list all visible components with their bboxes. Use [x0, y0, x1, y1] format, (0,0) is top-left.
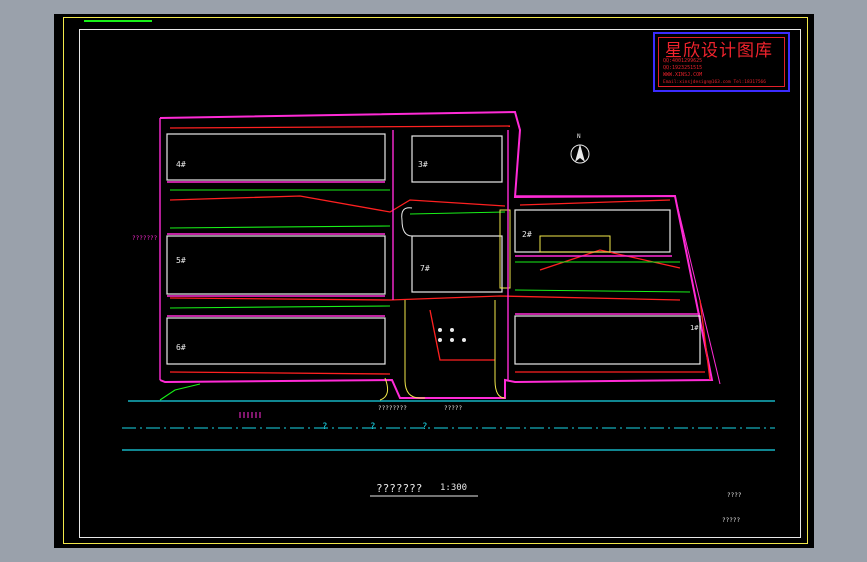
left-note: ???????	[132, 235, 158, 242]
building-number-4: 4#	[176, 160, 186, 169]
pipe-east-edge	[699, 299, 711, 381]
building-3-outline	[411, 135, 503, 183]
building-number-2: 2#	[522, 230, 532, 239]
site-boundary	[159, 110, 714, 399]
green-line-3	[169, 305, 391, 309]
watermark-stamp: 星欣设计图库 QQ:4001299625 QQ:1923251515 WWW.X…	[653, 32, 790, 92]
stamp-line-1: QQ:4001299625	[663, 58, 703, 64]
green-pipelines	[159, 189, 691, 401]
curb-corner	[379, 377, 389, 401]
building-number-5: 5#	[176, 256, 186, 265]
pipe-mid-north	[169, 195, 506, 213]
pipe-court	[429, 309, 495, 361]
driveway-curve	[401, 219, 413, 237]
plan-scale: 1:300	[440, 483, 468, 493]
building-5-outline	[166, 235, 386, 295]
fixture-5	[450, 328, 454, 332]
stamp-line-2: QQ:1923251515	[663, 65, 703, 71]
plan-title: ???????	[376, 482, 423, 495]
bottom-right-note-1: ????	[727, 492, 742, 499]
curb-west	[404, 300, 425, 399]
north-arrow-icon	[570, 144, 590, 164]
green-line-4	[409, 211, 506, 215]
road-label-1: ????????	[378, 405, 407, 412]
building-number-7: 7#	[420, 264, 430, 273]
stamp-line-4: Email:xinsjdesign@163.com Tel:18317566	[663, 80, 766, 85]
boundary-diagonal	[674, 195, 721, 385]
wall-stubs	[159, 118, 700, 380]
fixture-1	[438, 338, 442, 342]
pipe-east	[519, 199, 671, 206]
building-number-1: 1#	[690, 324, 699, 332]
north-label: N	[577, 133, 581, 140]
building-number-6: 6#	[176, 343, 186, 352]
fixture-4	[438, 328, 442, 332]
building-1-outline	[514, 315, 701, 365]
centerline-mark-1: ?	[322, 422, 328, 432]
bottom-right-note-2: ?????	[722, 517, 741, 524]
pipe-south-west	[169, 371, 391, 375]
fixture-2	[450, 338, 454, 342]
building-2-outline	[514, 209, 671, 253]
fixture-3	[462, 338, 466, 342]
building-4-outline	[166, 133, 386, 181]
green-line-2	[169, 225, 391, 229]
road-label-2: ?????	[444, 405, 463, 412]
court-fixtures	[438, 328, 466, 342]
curb-east	[494, 300, 506, 399]
green-line-7	[159, 383, 201, 401]
pipe-north	[169, 125, 511, 129]
hatch-marks	[239, 412, 261, 418]
centerline-mark-3: ?	[422, 422, 428, 432]
centerline-mark-2: ?	[370, 422, 376, 432]
pipe-east-link	[539, 249, 681, 271]
stamp-line-3: WWW.XINSJ.COM	[663, 72, 703, 78]
building-number-3: 3#	[418, 160, 428, 169]
green-line-6	[514, 289, 691, 293]
building-6-outline	[166, 317, 386, 365]
